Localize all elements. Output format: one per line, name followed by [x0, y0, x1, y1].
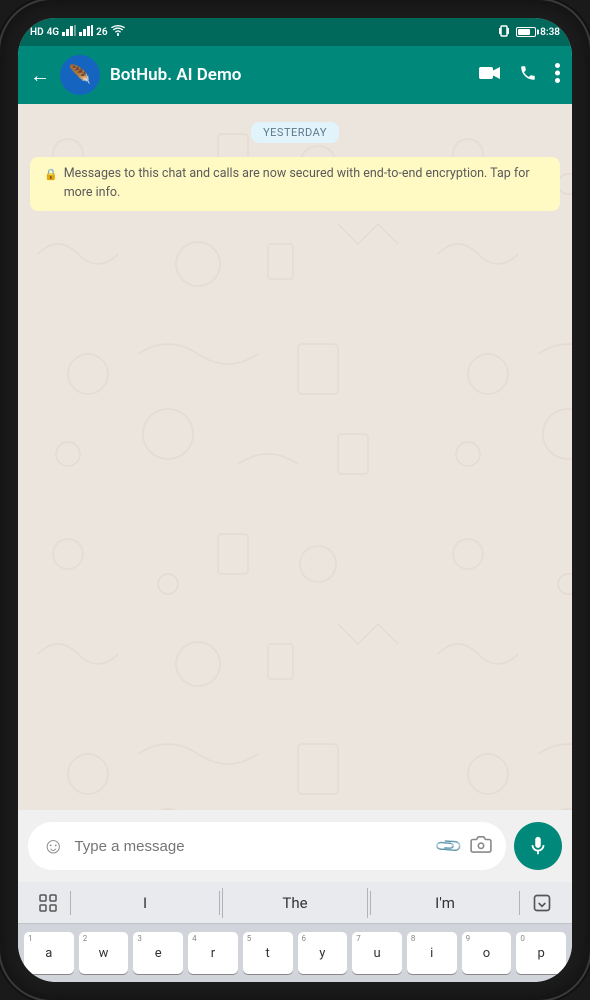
keyboard-collapse-icon[interactable]: [522, 893, 562, 913]
key-t[interactable]: 5t: [243, 932, 293, 974]
carrier-indicator: HD: [30, 27, 44, 38]
wifi-icon: [111, 25, 125, 39]
suggestion-divider-mid: [219, 891, 220, 915]
back-button[interactable]: ←: [30, 63, 50, 88]
suggestion-divider-right: [370, 891, 371, 915]
camera-button[interactable]: [470, 835, 492, 858]
encryption-notice[interactable]: 🔒 Messages to this chat and calls are no…: [30, 157, 560, 211]
key-r[interactable]: 4r: [188, 932, 238, 974]
status-right-indicators: 8:38: [498, 24, 560, 41]
suggestion-divider-left: [70, 891, 71, 915]
voice-button[interactable]: [514, 822, 562, 870]
lock-icon: 🔒: [44, 167, 58, 184]
key-u[interactable]: 7u: [352, 932, 402, 974]
voice-call-button[interactable]: [519, 64, 537, 86]
second-signal: [79, 25, 93, 39]
status-left-indicators: HD 4G: [30, 25, 125, 39]
encryption-text: Messages to this chat and calls are now …: [64, 165, 546, 203]
time-display: 8:38: [540, 27, 560, 38]
keyboard-area: I The I'm 1a 2w 3e 4r 5t: [18, 882, 572, 982]
phone-screen: HD 4G: [18, 18, 572, 982]
keyboard-keys-row: 1a 2w 3e 4r 5t 6y 7u 8i 9o 0p: [18, 924, 572, 982]
key-a[interactable]: 1a: [24, 932, 74, 974]
header-actions: [479, 63, 560, 87]
suggestion-divider-far-right: [519, 891, 520, 915]
more-options-button[interactable]: [555, 63, 560, 87]
emoji-button[interactable]: ☺: [42, 833, 64, 859]
signal-bar: [62, 25, 76, 39]
suggestion-im[interactable]: I'm: [373, 888, 517, 918]
message-input-area: ☺ 📎: [18, 810, 572, 882]
message-input-container: ☺ 📎: [28, 822, 506, 870]
suggestion-i[interactable]: I: [73, 888, 217, 918]
svg-text:🪶: 🪶: [69, 63, 91, 85]
attach-button[interactable]: 📎: [433, 831, 464, 862]
video-call-button[interactable]: [479, 65, 501, 85]
chat-header: ← 🪶 BotHub. AI Demo: [18, 46, 572, 104]
message-input[interactable]: [74, 838, 427, 855]
lte-indicator: 4G: [47, 27, 60, 38]
battery-icon: [516, 27, 536, 37]
keyboard-grid-icon[interactable]: [28, 894, 68, 912]
key-y[interactable]: 6y: [298, 932, 348, 974]
keyboard-suggestions-row: I The I'm: [18, 882, 572, 924]
contact-avatar[interactable]: 🪶: [60, 55, 100, 95]
key-o[interactable]: 9o: [462, 932, 512, 974]
date-badge: YESTERDAY: [251, 122, 339, 143]
chat-messages-area: YESTERDAY 🔒 Messages to this chat and ca…: [18, 104, 572, 810]
contact-name[interactable]: BotHub. AI Demo: [110, 65, 469, 85]
key-w[interactable]: 2w: [79, 932, 129, 974]
number-indicator: 26: [96, 27, 107, 38]
status-bar: HD 4G: [18, 18, 572, 46]
key-e[interactable]: 3e: [133, 932, 183, 974]
key-i[interactable]: 8i: [407, 932, 457, 974]
vibrate-icon: [498, 24, 510, 41]
phone-frame: HD 4G: [0, 0, 590, 1000]
suggestion-the[interactable]: The: [222, 888, 368, 918]
key-p[interactable]: 0p: [516, 932, 566, 974]
